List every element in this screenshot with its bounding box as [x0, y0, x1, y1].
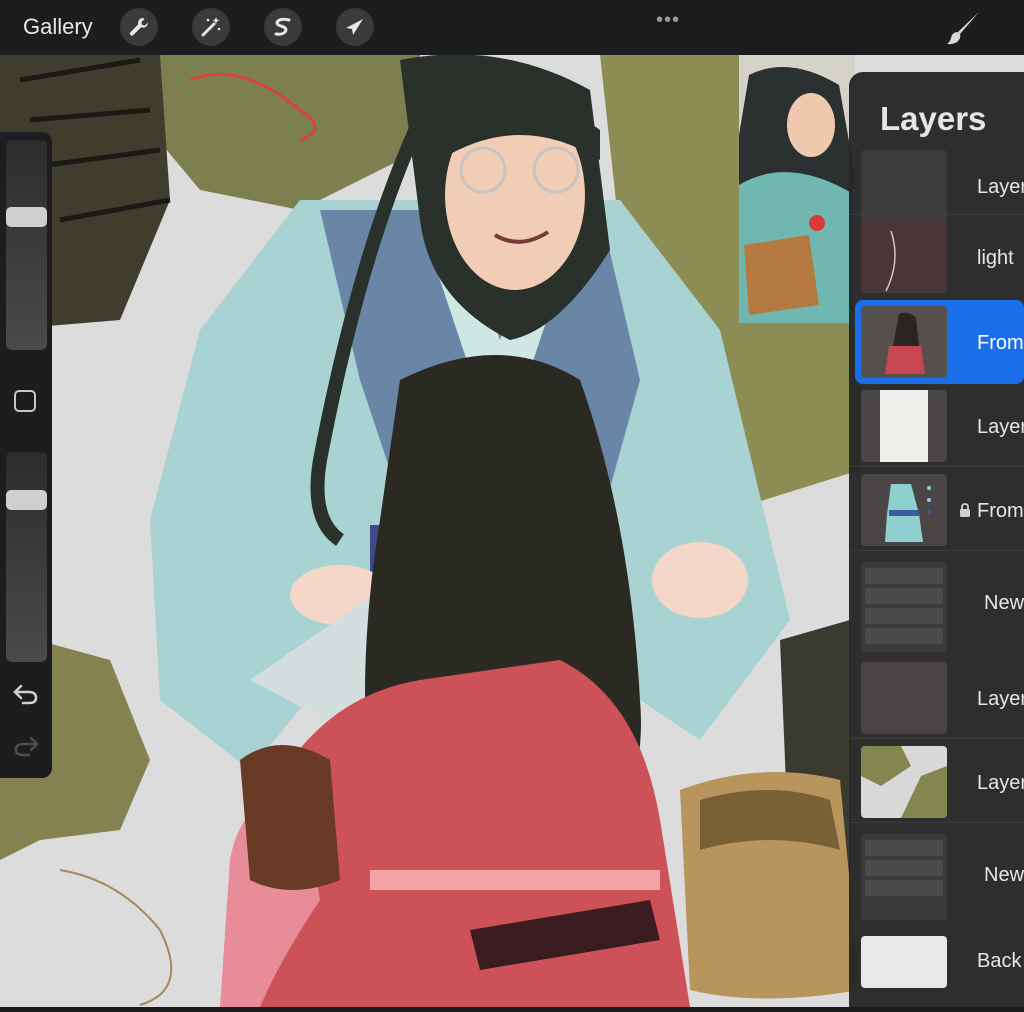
layer-thumbnail-art: [885, 230, 896, 292]
lock-icon: [960, 503, 970, 517]
layer-name: From: [977, 332, 1024, 354]
reference-image[interactable]: [739, 55, 855, 323]
layer-name: Layer: [977, 416, 1024, 438]
layer-name: New: [984, 592, 1024, 614]
brush-icon[interactable]: [946, 10, 982, 46]
modify-button[interactable]: [14, 390, 36, 412]
layer-row[interactable]: light: [849, 215, 1024, 299]
layers-panel-title: Layers: [880, 100, 987, 137]
left-sidebar: [0, 132, 52, 778]
layer-group-row[interactable]: New: [849, 556, 1024, 652]
brush-size-slider[interactable]: [6, 140, 47, 350]
redo-icon[interactable]: [13, 735, 39, 757]
layer-name: New: [984, 864, 1024, 886]
layer-name: Layer: [977, 772, 1024, 794]
group-thumbnail-art: [865, 840, 943, 896]
layer-thumbnail-art: [861, 746, 947, 818]
layer-name: Back: [977, 950, 1022, 972]
reference-picture: [739, 55, 855, 323]
opacity-slider[interactable]: [6, 452, 47, 662]
transform-button[interactable]: [336, 8, 374, 46]
layer-group-row[interactable]: New: [849, 828, 1024, 920]
gallery-button[interactable]: Gallery: [23, 14, 93, 40]
group-thumbnail-art: [865, 568, 943, 644]
transform-arrow-icon: [346, 19, 363, 35]
layer-row-selected[interactable]: From: [855, 300, 1024, 384]
brush-size-thumb[interactable]: [6, 206, 47, 227]
layer-thumbnail-art: [885, 484, 931, 542]
layer-name: light: [977, 247, 1014, 269]
background-thumbnail: [861, 936, 947, 988]
opacity-thumb[interactable]: [6, 490, 47, 510]
group-thumbnail: [861, 562, 947, 652]
adjustments-button[interactable]: [192, 8, 230, 46]
layer-row[interactable]: Layer: [849, 384, 1024, 468]
layer-thumbnail: [861, 474, 947, 546]
group-thumbnail: [861, 834, 947, 920]
layer-thumbnail-art: [885, 312, 925, 374]
selection-icon: [274, 17, 291, 36]
layer-thumbnail: [861, 306, 947, 378]
magic-wand-icon: [201, 17, 221, 37]
layers-panel: Layers Layer light From Layer From New L…: [849, 72, 1024, 1007]
layer-name: Layer: [977, 176, 1024, 198]
actions-button[interactable]: [120, 8, 158, 46]
background-layer-row[interactable]: Back: [849, 928, 1024, 1012]
layer-name: Layer: [977, 688, 1024, 710]
selection-button[interactable]: [264, 8, 302, 46]
layer-thumbnail: [861, 390, 947, 462]
more-menu-button[interactable]: •••: [656, 9, 680, 32]
layer-thumbnail: [861, 746, 947, 818]
undo-icon[interactable]: [13, 683, 39, 705]
layer-name: From: [977, 500, 1024, 522]
layer-thumbnail: [861, 221, 947, 293]
top-toolbar: Gallery •••: [0, 0, 1024, 55]
layer-row[interactable]: Layer: [849, 656, 1024, 740]
layer-row[interactable]: From: [849, 468, 1024, 552]
layer-row[interactable]: Layer: [849, 740, 1024, 824]
layer-thumbnail: [861, 150, 947, 222]
wrench-icon: [129, 18, 149, 36]
layer-thumbnail: [861, 662, 947, 734]
